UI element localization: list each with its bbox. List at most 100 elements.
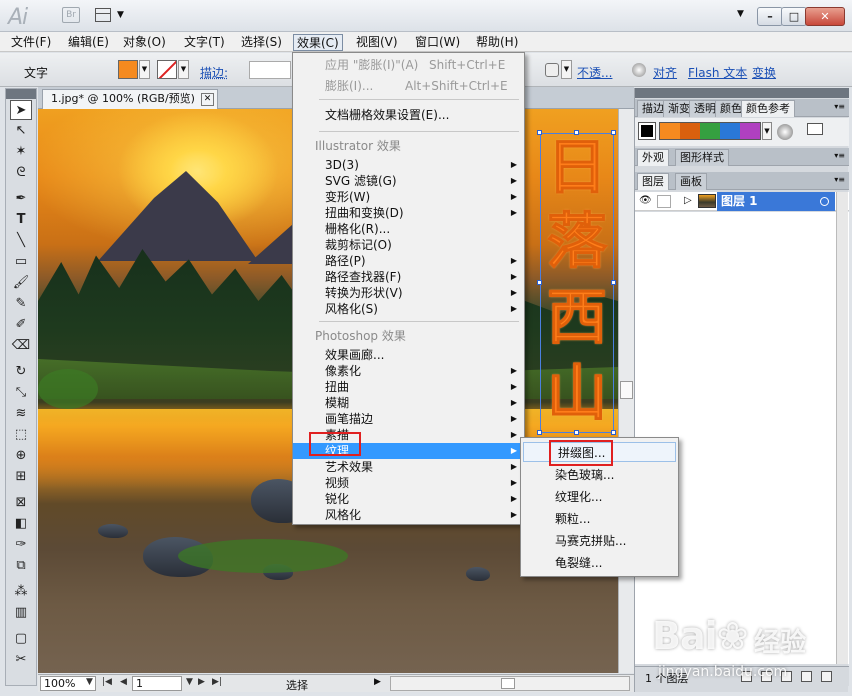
panel-menu-icon[interactable]: ▾≡ bbox=[834, 102, 845, 111]
tab-artboards[interactable]: 画板 bbox=[675, 173, 707, 190]
harmony-swatch[interactable] bbox=[700, 123, 720, 139]
scrollbar-thumb[interactable] bbox=[501, 678, 515, 689]
layer-name[interactable]: 图层 1 bbox=[717, 192, 835, 211]
stroke-label[interactable]: 描边: bbox=[200, 64, 228, 81]
menu-item-brush-strokes[interactable]: 画笔描边 ▶ bbox=[293, 411, 524, 427]
pencil-tool-icon[interactable]: ✎ bbox=[10, 294, 32, 314]
menu-item-3d[interactable]: 3D(3) ▶ bbox=[293, 157, 524, 173]
arrange-documents-button[interactable]: ▼ bbox=[95, 8, 129, 24]
direct-selection-tool-icon[interactable]: ↖ bbox=[10, 121, 32, 141]
harmony-swatch[interactable] bbox=[740, 123, 760, 139]
panel-menu-icon[interactable]: ▾≡ bbox=[834, 151, 845, 160]
menu-item-artistic[interactable]: 艺术效果 ▶ bbox=[293, 459, 524, 475]
artboard-dropdown-icon[interactable]: ▼ bbox=[186, 677, 193, 687]
menu-item-path[interactable]: 路径(P) ▶ bbox=[293, 253, 524, 269]
rotate-tool-icon[interactable]: ↻ bbox=[10, 362, 32, 382]
layer-row[interactable]: 👁 ▷ 图层 1 bbox=[635, 192, 849, 211]
last-artboard-icon[interactable]: ▶| bbox=[212, 677, 222, 687]
style-icon[interactable] bbox=[545, 63, 559, 77]
harmony-rules-dropdown[interactable]: ▼ bbox=[762, 122, 772, 140]
eraser-tool-icon[interactable]: ⌫ bbox=[10, 336, 32, 356]
harmony-swatch[interactable] bbox=[720, 123, 740, 139]
menu-item-convert-to-shape[interactable]: 转换为形状(V) ▶ bbox=[293, 285, 524, 301]
menu-item-distort-transform[interactable]: 扭曲和变换(D) ▶ bbox=[293, 205, 524, 221]
canvas-horizontal-scrollbar[interactable] bbox=[390, 676, 630, 691]
scale-tool-icon[interactable]: ⤡ bbox=[10, 383, 32, 403]
menu-effect[interactable]: 效果(C) bbox=[293, 34, 343, 51]
resize-handle[interactable] bbox=[611, 130, 616, 135]
status-menu-icon[interactable]: ▶ bbox=[374, 677, 381, 687]
flash-text-link[interactable]: Flash 文本 bbox=[688, 64, 747, 81]
base-color-swatch[interactable] bbox=[638, 122, 656, 140]
menu-select[interactable]: 选择(S) bbox=[238, 34, 285, 51]
magic-wand-tool-icon[interactable]: ✶ bbox=[10, 142, 32, 162]
menu-help[interactable]: 帮助(H) bbox=[473, 34, 521, 51]
resize-handle[interactable] bbox=[537, 130, 542, 135]
scrollbar-thumb[interactable] bbox=[620, 381, 633, 399]
bridge-button[interactable]: Br bbox=[62, 7, 80, 23]
perspective-grid-tool-icon[interactable]: ⊞ bbox=[10, 467, 32, 487]
resize-handle[interactable] bbox=[537, 430, 542, 435]
tab-appearance[interactable]: 外观 bbox=[637, 149, 669, 166]
target-circle-icon[interactable] bbox=[820, 197, 829, 206]
zoom-dropdown-icon[interactable]: ▼ bbox=[86, 677, 93, 687]
tab-layers[interactable]: 图层 bbox=[637, 173, 669, 190]
menu-object[interactable]: 对象(O) bbox=[120, 34, 169, 51]
tools-panel-header[interactable] bbox=[6, 89, 36, 99]
eye-icon[interactable]: 👁 bbox=[639, 196, 652, 206]
stroke-dropdown[interactable]: ▼ bbox=[178, 60, 189, 79]
fill-dropdown[interactable]: ▼ bbox=[139, 60, 150, 79]
recolor-icon[interactable] bbox=[632, 63, 646, 77]
artboard-tool-icon[interactable]: ▢ bbox=[10, 629, 32, 649]
workspace-menu-icon[interactable]: ▼ bbox=[737, 9, 744, 19]
resize-handle[interactable] bbox=[611, 280, 616, 285]
lock-toggle[interactable] bbox=[657, 195, 671, 208]
stroke-color-swatch[interactable] bbox=[157, 60, 177, 79]
harmony-swatch[interactable] bbox=[660, 123, 680, 139]
align-link[interactable]: 对齐 bbox=[653, 64, 677, 81]
first-artboard-icon[interactable]: |◀ bbox=[102, 677, 112, 687]
menu-item-stylize-ai[interactable]: 风格化(S) ▶ bbox=[293, 301, 524, 317]
resize-handle[interactable] bbox=[611, 430, 616, 435]
edit-colors-icon[interactable] bbox=[777, 124, 793, 140]
harmony-color-strip[interactable] bbox=[659, 122, 761, 140]
panel-menu-icon[interactable]: ▾≡ bbox=[834, 175, 845, 184]
type-tool-icon[interactable]: T bbox=[10, 210, 32, 230]
blend-tool-icon[interactable]: ⧉ bbox=[10, 556, 32, 576]
stroke-weight-field[interactable] bbox=[249, 61, 291, 79]
menu-item-sharpen[interactable]: 锐化 ▶ bbox=[293, 491, 524, 507]
menu-edit[interactable]: 编辑(E) bbox=[65, 34, 112, 51]
save-color-group-icon[interactable] bbox=[807, 123, 823, 135]
line-tool-icon[interactable]: ╲ bbox=[10, 231, 32, 251]
submenu-item-stained-glass[interactable]: 染色玻璃... bbox=[521, 465, 678, 485]
menu-item-raster-settings[interactable]: 文档栅格效果设置(E)... bbox=[293, 107, 524, 123]
menu-item-svg-filters[interactable]: SVG 滤镜(G) ▶ bbox=[293, 173, 524, 189]
submenu-item-mosaic-tiles[interactable]: 马赛克拼贴... bbox=[521, 531, 678, 551]
previous-artboard-icon[interactable]: ◀ bbox=[120, 677, 127, 687]
slice-tool-icon[interactable]: ✂ bbox=[10, 650, 32, 670]
vertical-text-object[interactable]: 日 落 西 山 bbox=[537, 130, 616, 435]
panel-dock-header[interactable] bbox=[635, 88, 849, 98]
harmony-swatch[interactable] bbox=[680, 123, 700, 139]
menu-item-rasterize[interactable]: 栅格化(R)... bbox=[293, 221, 524, 237]
menu-item-stylize-ps[interactable]: 风格化 ▶ bbox=[293, 507, 524, 523]
menu-window[interactable]: 窗口(W) bbox=[412, 34, 463, 51]
artboard-number-field[interactable]: 1 bbox=[132, 676, 182, 691]
selection-tool-icon[interactable]: ➤ bbox=[10, 100, 32, 120]
menu-file[interactable]: 文件(F) bbox=[8, 34, 54, 51]
menu-item-last-effect[interactable]: 膨胀(I)... Alt+Shift+Ctrl+E bbox=[293, 78, 524, 94]
resize-handle[interactable] bbox=[537, 280, 542, 285]
tab-color-guide[interactable]: 颜色参考 bbox=[741, 100, 795, 117]
fill-color-swatch[interactable] bbox=[118, 60, 138, 79]
resize-handle[interactable] bbox=[574, 430, 579, 435]
transform-link[interactable]: 变换 bbox=[752, 64, 776, 81]
menu-item-pixelate[interactable]: 像素化 ▶ bbox=[293, 363, 524, 379]
menu-item-distort[interactable]: 扭曲 ▶ bbox=[293, 379, 524, 395]
warp-tool-icon[interactable]: ≋ bbox=[10, 404, 32, 424]
menu-item-crop-marks[interactable]: 裁剪标记(O) bbox=[293, 237, 524, 253]
shape-builder-tool-icon[interactable]: ⊕ bbox=[10, 446, 32, 466]
close-button[interactable]: ✕ bbox=[805, 7, 845, 26]
eyedropper-tool-icon[interactable]: ✑ bbox=[10, 535, 32, 555]
tab-graphic-styles[interactable]: 图形样式 bbox=[675, 149, 729, 166]
opacity-link[interactable]: 不透... bbox=[577, 64, 612, 81]
